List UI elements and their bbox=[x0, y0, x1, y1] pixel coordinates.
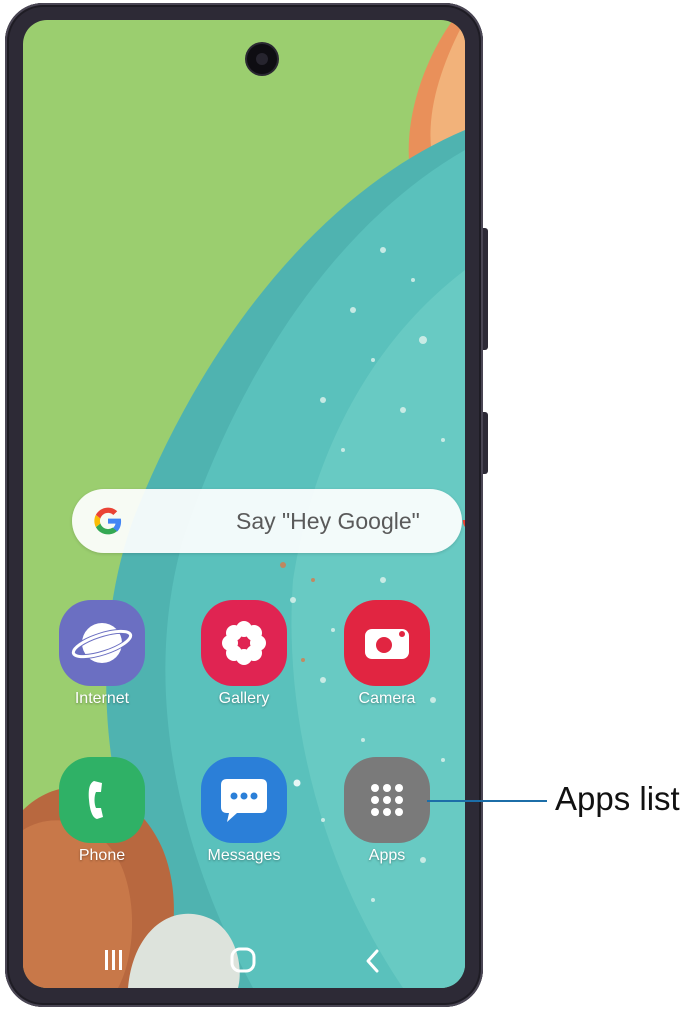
front-camera bbox=[247, 44, 277, 74]
app-label: Camera bbox=[358, 690, 416, 707]
app-label: Internet bbox=[74, 690, 130, 707]
phone-handset-icon bbox=[59, 757, 145, 843]
recents-icon[interactable] bbox=[103, 948, 125, 974]
home-icon[interactable] bbox=[229, 946, 257, 974]
app-label: Apps bbox=[368, 847, 406, 864]
google-g-icon bbox=[94, 507, 122, 535]
app-label: Gallery bbox=[218, 690, 270, 707]
google-search-bar[interactable]: Say "Hey Google" bbox=[72, 489, 465, 553]
app-phone[interactable]: Phone bbox=[47, 757, 157, 865]
app-apps[interactable]: Apps bbox=[332, 757, 442, 865]
app-gallery[interactable]: Gallery bbox=[189, 600, 299, 708]
callout-line bbox=[427, 800, 547, 802]
apps-grid-icon bbox=[344, 757, 430, 843]
volume-button bbox=[483, 228, 488, 350]
internet-icon bbox=[59, 600, 145, 686]
callout-label: Apps list bbox=[555, 780, 680, 817]
messages-bubble-icon bbox=[201, 757, 287, 843]
back-icon[interactable] bbox=[363, 948, 383, 974]
app-label: Messages bbox=[207, 847, 281, 864]
app-camera[interactable]: Camera bbox=[332, 600, 442, 708]
search-hint: Say "Hey Google" bbox=[236, 508, 420, 534]
camera-icon bbox=[344, 600, 430, 686]
app-messages[interactable]: Messages bbox=[189, 757, 299, 865]
home-screen: Say "Hey Google" Internet Gallery Camera… bbox=[23, 20, 465, 988]
microphone-icon[interactable] bbox=[461, 507, 465, 537]
power-button bbox=[483, 412, 488, 474]
app-internet[interactable]: Internet bbox=[47, 600, 157, 708]
app-label: Phone bbox=[78, 847, 126, 864]
gallery-flower-icon bbox=[201, 600, 287, 686]
